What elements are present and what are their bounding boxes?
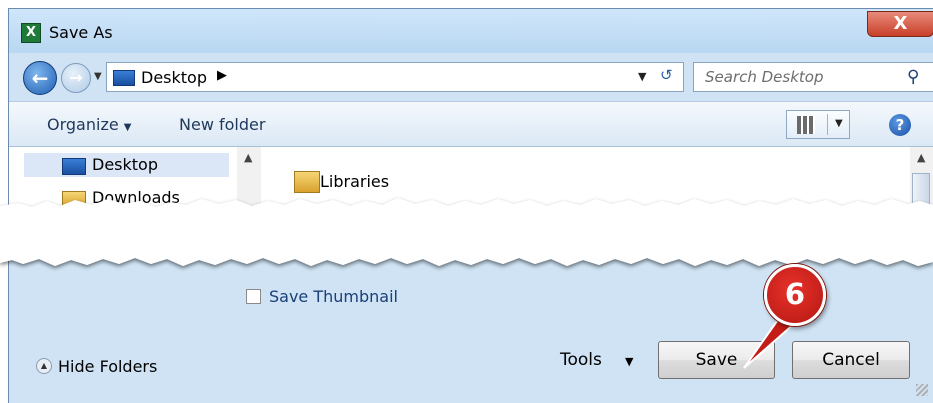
- desktop-icon: [62, 158, 86, 175]
- browser-content: Desktop Downloads ▲ Libraries Vid ▲: [9, 147, 933, 224]
- resize-grip-icon[interactable]: [916, 384, 928, 396]
- address-bar[interactable]: Desktop ▶ ▼ ↺: [106, 62, 684, 92]
- step-callout-badge: 6: [764, 264, 826, 326]
- tools-menu-button[interactable]: Tools: [560, 350, 602, 370]
- tools-dropdown-icon[interactable]: ▼: [625, 355, 633, 368]
- organize-label: Organize: [47, 115, 119, 134]
- refresh-icon[interactable]: ↺: [660, 66, 673, 84]
- nav-item-downloads[interactable]: Downloads: [92, 188, 180, 207]
- forward-arrow-icon[interactable]: →: [61, 63, 91, 93]
- title-bar: X Save As X: [9, 9, 933, 53]
- views-dropdown-icon[interactable]: ▼: [835, 118, 843, 129]
- chevron-down-icon: ▼: [123, 122, 132, 133]
- file-item-libraries[interactable]: Libraries: [320, 172, 389, 191]
- search-icon[interactable]: ⚲: [907, 67, 919, 87]
- views-button[interactable]: ▼: [786, 110, 850, 139]
- file-list-scroll-thumb[interactable]: [912, 173, 930, 217]
- address-location[interactable]: Desktop: [141, 68, 207, 87]
- close-button[interactable]: X: [867, 11, 933, 37]
- views-grid-icon: [797, 116, 815, 134]
- downloads-folder-icon: [62, 191, 86, 208]
- file-item-videos[interactable]: Vid: [320, 205, 345, 224]
- nav-item-desktop[interactable]: Desktop: [92, 155, 158, 174]
- address-dropdown-icon[interactable]: ▼: [638, 70, 646, 83]
- search-input[interactable]: Search Desktop ⚲: [693, 62, 933, 92]
- scroll-up-arrow-icon[interactable]: ▲: [917, 151, 925, 164]
- save-thumbnail-checkbox[interactable]: [246, 289, 261, 304]
- nav-scrollbar[interactable]: ▲: [237, 147, 261, 217]
- hide-folders-button[interactable]: Hide Folders: [58, 357, 157, 376]
- back-arrow-icon[interactable]: ←: [23, 61, 57, 95]
- cancel-button[interactable]: Cancel: [792, 341, 910, 379]
- dialog-title: Save As: [49, 23, 113, 42]
- hide-folders-icon[interactable]: ▲: [36, 358, 52, 374]
- views-separator: [827, 114, 828, 135]
- search-placeholder: Search Desktop: [705, 68, 824, 86]
- desktop-icon: [113, 70, 135, 86]
- navigation-pane: Desktop Downloads: [9, 147, 238, 217]
- breadcrumb-arrow-icon[interactable]: ▶: [217, 68, 227, 83]
- recent-pages-dropdown-icon[interactable]: ▼: [94, 71, 102, 82]
- command-toolbar: Organize ▼ New folder ▼ ?: [9, 101, 933, 147]
- scroll-up-arrow-icon[interactable]: ▲: [244, 151, 252, 164]
- help-icon[interactable]: ?: [889, 114, 911, 136]
- excel-app-icon: X: [21, 23, 41, 43]
- organize-menu-button[interactable]: Organize ▼: [47, 115, 131, 134]
- libraries-folder-icon: [294, 171, 320, 193]
- save-thumbnail-label[interactable]: Save Thumbnail: [269, 287, 398, 306]
- save-button[interactable]: Save: [658, 341, 775, 379]
- new-folder-button[interactable]: New folder: [179, 115, 265, 134]
